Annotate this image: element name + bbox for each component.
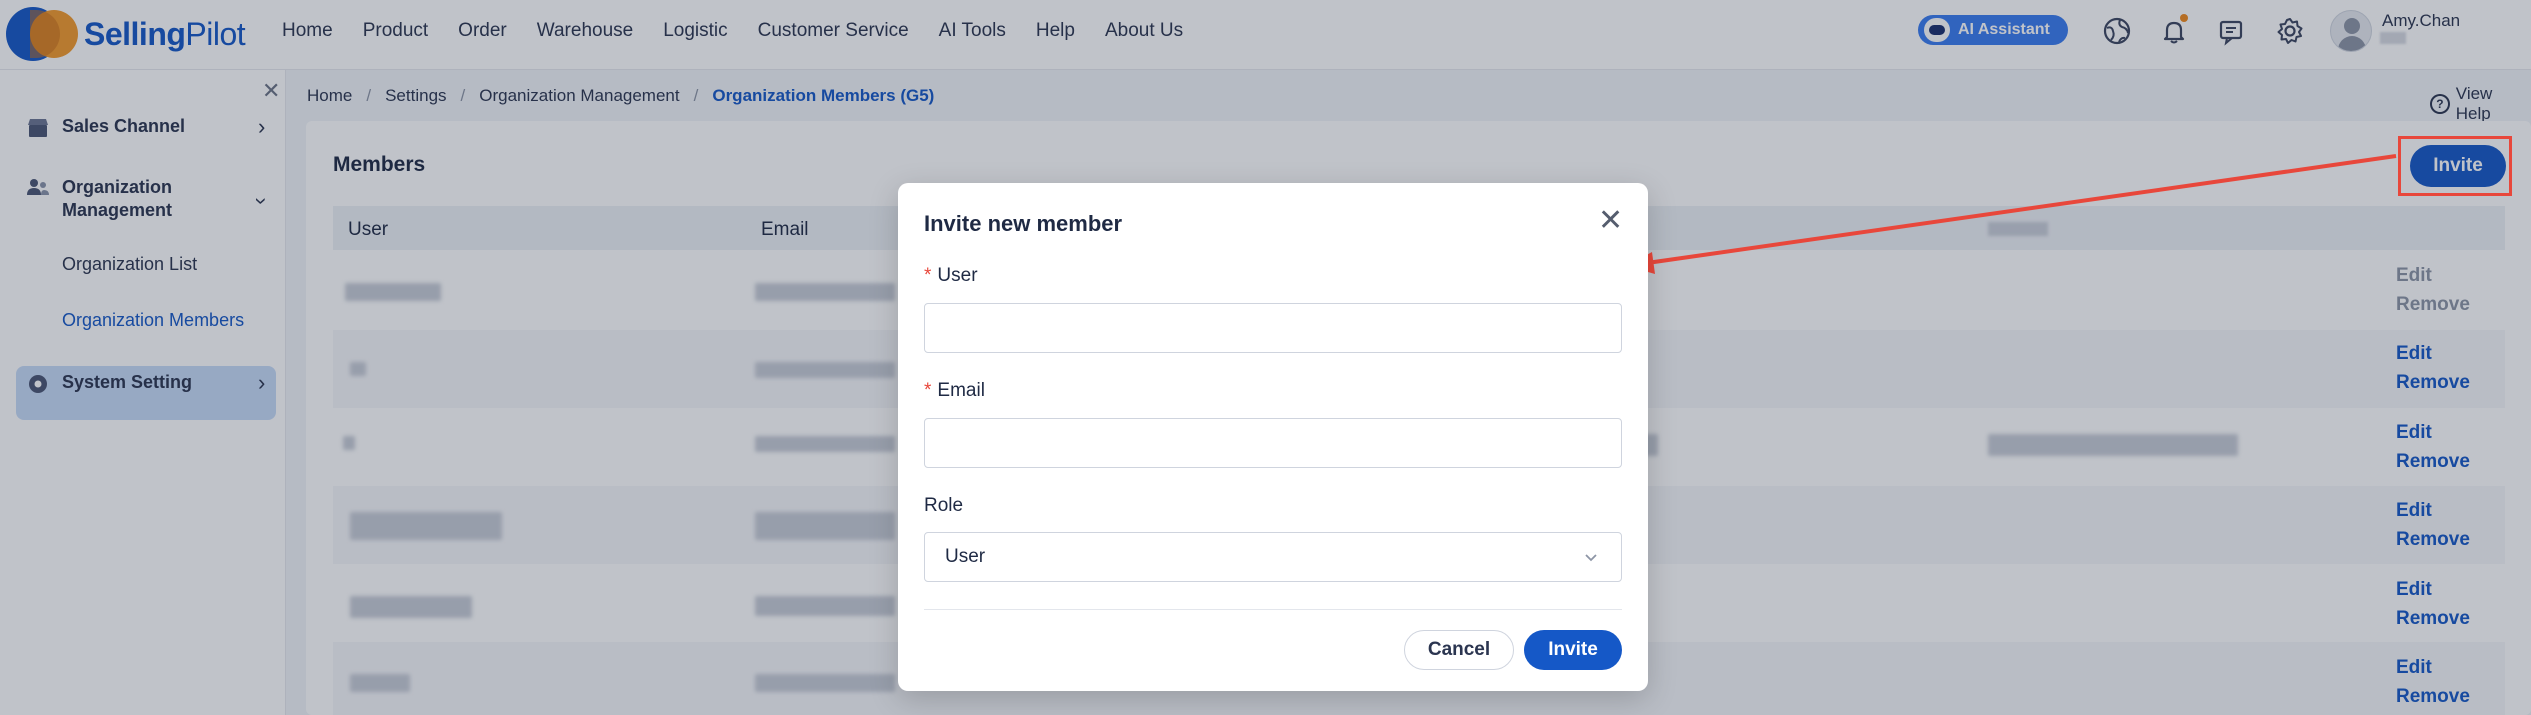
close-icon[interactable]: ✕ [1598,203,1623,238]
email-input[interactable] [924,418,1622,468]
role-select-value: User [945,546,986,567]
user-input[interactable] [924,303,1622,353]
invite-button-highlight [2398,136,2512,196]
required-asterisk: * [924,265,932,286]
user-field-label: * User [924,265,978,286]
invite-member-dialog: Invite new member ✕ * User * Email Role Us… [898,183,1648,691]
chevron-down-icon [1585,554,1597,562]
dialog-title: Invite new member [924,211,1123,236]
invite-submit-button[interactable]: Invite [1524,630,1622,670]
role-select[interactable]: User [924,532,1622,582]
cancel-button[interactable]: Cancel [1404,630,1514,670]
dialog-divider [924,609,1622,610]
role-field-label: Role [924,495,964,516]
required-asterisk: * [924,380,932,401]
email-field-label: * Email [924,380,985,401]
